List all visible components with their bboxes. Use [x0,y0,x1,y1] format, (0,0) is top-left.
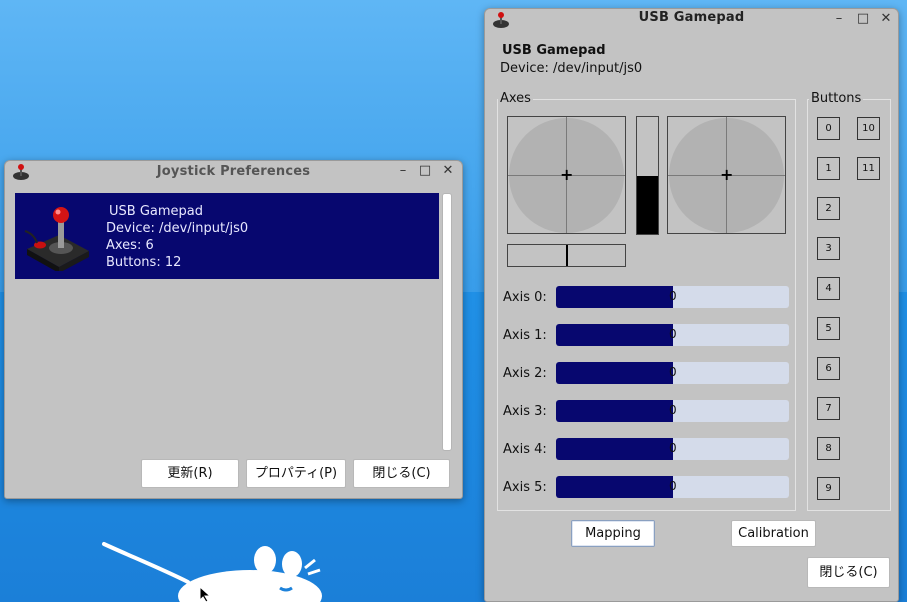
joystick-button-indicator: 9 [817,477,840,500]
device-buttons: Buttons: 12 [106,255,182,270]
throttle-fill [637,175,658,234]
titlebar[interactable]: Joystick Preferences – □ ✕ [5,161,462,183]
axis-xy-field-left: + [507,116,626,234]
crosshair-icon: + [560,165,574,184]
joystick-button-indicator: 6 [817,357,840,380]
axis-value: 0 [669,327,677,341]
axis-progress-fill [556,400,673,422]
joystick-button-indicator: 7 [817,397,840,420]
joystick-button-indicator: 5 [817,317,840,340]
axis-row: Axis 3: 0 [503,400,793,424]
device-path: Device: /dev/input/js0 [106,221,249,236]
axis-progress-bar: 0 [556,400,789,422]
joystick-preferences-window: Joystick Preferences – □ ✕ USB Gamepad D… [4,160,463,499]
close-icon[interactable]: ✕ [879,12,893,26]
axis-label: Axis 2: [503,366,547,381]
mapping-button[interactable]: Mapping [571,520,655,547]
gamepad-device-path: Device: /dev/input/js0 [500,61,643,76]
joystick-button-indicator: 0 [817,117,840,140]
calibration-button[interactable]: Calibration [731,520,816,547]
joystick-button-indicator: 8 [817,437,840,460]
joystick-button-indicator: 1 [817,157,840,180]
joystick-button-indicator: 4 [817,277,840,300]
device-name: USB Gamepad [109,204,203,219]
properties-button[interactable]: プロパティ(P) [246,459,346,488]
throttle-bar [636,116,659,235]
crosshair-icon: + [720,165,734,184]
axis-progress-bar: 0 [556,476,789,498]
joystick-button-indicator: 11 [857,157,880,180]
axis-progress-bar: 0 [556,286,789,308]
close-button[interactable]: 閉じる(C) [353,459,450,488]
axis-row: Axis 2: 0 [503,362,793,386]
maximize-icon[interactable]: □ [856,12,870,26]
horizontal-axis-marker [565,245,568,266]
axis-progress-fill [556,286,673,308]
gamepad-name: USB Gamepad [502,43,606,58]
axis-value: 0 [669,289,677,303]
buttons-label: Buttons [809,91,864,106]
axis-progress-bar: 0 [556,438,789,460]
joystick-button-indicator: 10 [857,117,880,140]
mouse-logo-icon [102,542,322,602]
usb-gamepad-window: USB Gamepad – □ ✕ USB Gamepad Device: /d… [484,8,899,602]
axis-xy-field-right: + [667,116,786,234]
minimize-icon[interactable]: – [832,12,846,26]
axis-label: Axis 4: [503,442,547,457]
axis-progress-fill [556,476,673,498]
axis-progress-fill [556,362,673,384]
device-list-item[interactable]: USB Gamepad Device: /dev/input/js0 Axes:… [15,193,439,279]
horizontal-axis-bar [507,244,626,267]
axis-progress-bar: 0 [556,362,789,384]
axis-value: 0 [669,479,677,493]
axis-progress-fill [556,438,673,460]
refresh-button[interactable]: 更新(R) [141,459,239,488]
axis-row: Axis 0: 0 [503,286,793,310]
window-title: Joystick Preferences [156,164,311,179]
titlebar[interactable]: USB Gamepad – □ ✕ [485,9,898,31]
vertical-scrollbar[interactable] [442,193,452,451]
axis-label: Axis 1: [503,328,547,343]
axis-row: Axis 1: 0 [503,324,793,348]
axis-value: 0 [669,403,677,417]
axis-progress-fill [556,324,673,346]
device-axes: Axes: 6 [106,238,154,253]
minimize-icon[interactable]: – [396,164,410,178]
maximize-icon[interactable]: □ [418,164,432,178]
axis-progress-bar: 0 [556,324,789,346]
axis-row: Axis 5: 0 [503,476,793,500]
axis-label: Axis 5: [503,480,547,495]
axes-label: Axes [498,91,533,106]
axis-row: Axis 4: 0 [503,438,793,462]
axis-label: Axis 0: [503,290,547,305]
mouse-cursor-icon [199,586,212,602]
close-button[interactable]: 閉じる(C) [807,557,890,588]
close-icon[interactable]: ✕ [441,164,455,178]
axis-value: 0 [669,441,677,455]
joystick-icon [24,207,89,271]
joystick-button-indicator: 2 [817,197,840,220]
axis-value: 0 [669,365,677,379]
axis-label: Axis 3: [503,404,547,419]
joystick-button-indicator: 3 [817,237,840,260]
